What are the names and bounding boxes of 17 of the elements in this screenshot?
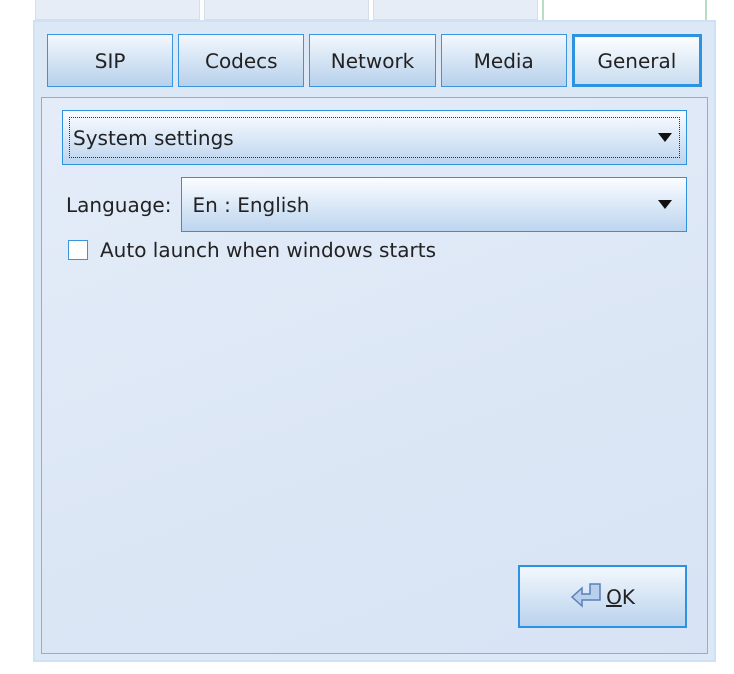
tab[interactable]: Media	[440, 34, 567, 87]
checkbox[interactable]	[68, 240, 88, 260]
caret-icon	[658, 200, 672, 209]
caret-icon	[658, 133, 672, 142]
tab[interactable]	[373, 0, 538, 20]
language-label: Language:	[65, 192, 172, 216]
tab[interactable]: SIP	[47, 34, 174, 87]
tab[interactable]	[542, 0, 707, 20]
tab[interactable]: General	[572, 34, 702, 87]
tab[interactable]	[204, 0, 369, 20]
tab[interactable]: Network	[309, 34, 436, 87]
language-dropdown[interactable]: En : English	[181, 177, 687, 232]
settings-dropdown[interactable]: System settings	[62, 110, 687, 165]
ok-button[interactable]: OK	[518, 565, 687, 628]
tab[interactable]	[35, 0, 200, 20]
tab[interactable]: Codecs	[178, 34, 304, 87]
checkbox-label: Auto launch when windows starts	[100, 238, 436, 262]
